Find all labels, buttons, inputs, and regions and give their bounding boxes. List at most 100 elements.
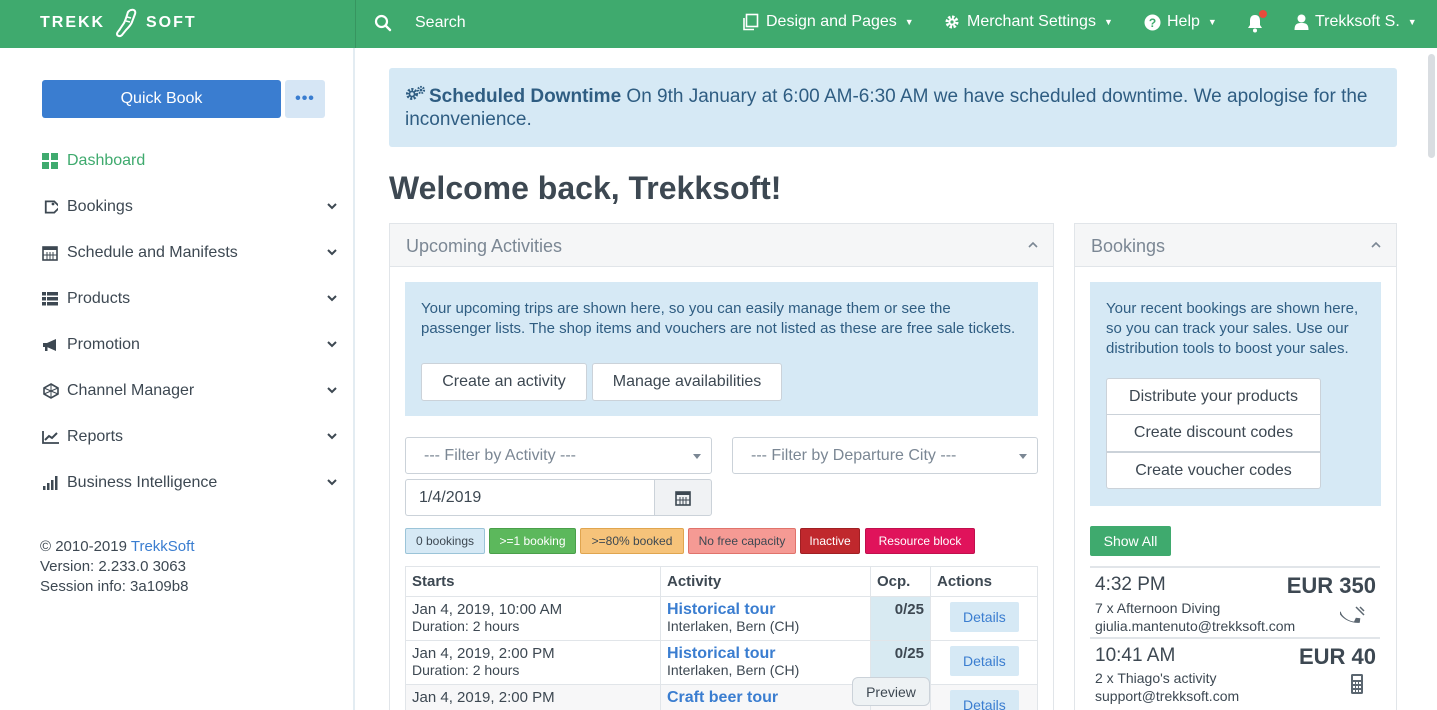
sidebar-item-business-intelligence[interactable]: Business Intelligence (42, 471, 338, 495)
details-button[interactable]: Details (950, 646, 1019, 676)
booking-item[interactable]: 4:32 PM EUR 350 7 x Afternoon Diving giu… (1090, 568, 1380, 636)
notification-dot (1259, 10, 1267, 18)
brand-text-left: TREKK (40, 14, 106, 31)
distribute-products-button[interactable]: Distribute your products (1106, 378, 1321, 415)
filter-city-select[interactable]: --- Filter by Departure City --- (732, 437, 1038, 474)
trekksoft-link[interactable]: TrekkSoft (131, 538, 195, 555)
gears-icon (406, 85, 426, 100)
design-pages-menu[interactable]: Design and Pages ▼ (742, 13, 914, 31)
merchant-settings-label: Merchant Settings (967, 13, 1096, 30)
sidebar-item-dashboard[interactable]: Dashboard (42, 149, 338, 173)
preview-button[interactable]: Preview (852, 677, 930, 706)
chevron-down-icon: ▼ (1207, 17, 1217, 27)
details-button[interactable]: Details (950, 602, 1019, 632)
status-legend-badge: Inactive (800, 528, 860, 554)
design-pages-label: Design and Pages (766, 13, 897, 30)
status-legend-badge: No free capacity (688, 528, 796, 554)
activity-link[interactable]: Craft beer tour (667, 689, 864, 706)
date-picker-button[interactable] (654, 479, 712, 516)
question-icon: ? (1144, 14, 1161, 30)
chevron-down-icon (327, 249, 337, 256)
manage-availabilities-button[interactable]: Manage availabilities (592, 363, 782, 401)
dropdown-caret-icon (693, 454, 701, 459)
booking-email: support@trekksoft.com (1095, 688, 1240, 704)
sidebar-item-schedule[interactable]: Schedule and Manifests (42, 241, 338, 265)
status-legend-badge: >=80% booked (580, 528, 684, 554)
panel-header[interactable]: Upcoming Activities (390, 224, 1053, 267)
create-discount-codes-button[interactable]: Create discount codes (1106, 415, 1321, 452)
activities-table: Starts Activity Ocp. Actions Jan 4, 2019… (405, 566, 1038, 710)
sidebar-item-reports[interactable]: Reports (42, 425, 338, 449)
calendar-icon (42, 245, 62, 261)
sidebar-item-channel-manager[interactable]: Channel Manager (42, 379, 338, 403)
table-header-row: Starts Activity Ocp. Actions (405, 566, 1038, 597)
table-row: Jan 4, 2019, 10:00 AM Duration: 2 hours H… (405, 596, 1038, 641)
search-input[interactable]: Search (415, 14, 466, 32)
banner-title: Scheduled Downtime (429, 86, 622, 107)
quick-book-button[interactable]: Quick Book (42, 80, 281, 118)
filter-activity-value: --- Filter by Activity --- (424, 447, 576, 464)
sidebar-item-label: Products (67, 290, 131, 307)
bookings-info-text: Your recent bookings are shown here, so … (1106, 300, 1359, 357)
date-input[interactable]: 1/4/2019 (405, 479, 655, 516)
bar-chart-icon (42, 475, 62, 491)
megaphone-icon (42, 337, 62, 353)
status-legend-badge: 0 bookings (405, 528, 485, 554)
booking-description: 7 x Afternoon Diving (1095, 600, 1221, 616)
chevron-down-icon (327, 295, 337, 302)
start-time: Jan 4, 2019, 2:00 PM (412, 645, 555, 662)
panel-title: Bookings (1091, 236, 1166, 256)
help-menu[interactable]: ? Help ▼ (1144, 13, 1217, 31)
activity-link[interactable]: Historical tour (667, 645, 864, 662)
sidebar-item-label: Schedule and Manifests (67, 244, 238, 261)
column-header: Actions (930, 566, 1038, 597)
brand-logo[interactable]: TREKK SOFT (0, 0, 355, 48)
create-voucher-codes-button[interactable]: Create voucher codes (1106, 452, 1321, 489)
activity-link[interactable]: Historical tour (667, 601, 864, 618)
line-chart-icon (42, 429, 62, 445)
occupancy: 0/25 (894, 645, 924, 662)
dropdown-caret-icon (1019, 454, 1027, 459)
panel-header[interactable]: Bookings (1075, 224, 1396, 267)
sidebar-item-products[interactable]: Products (42, 287, 338, 311)
filter-activity-select[interactable]: --- Filter by Activity --- (405, 437, 712, 474)
chevron-up-icon[interactable] (1370, 239, 1382, 251)
chevron-down-icon (327, 203, 337, 210)
start-time: Jan 4, 2019, 10:00 AM (412, 601, 563, 618)
show-all-button[interactable]: Show All (1090, 526, 1171, 556)
details-button[interactable]: Details (950, 690, 1019, 710)
status-legend-badge: Resource block (865, 528, 975, 554)
occupancy: 0/25 (894, 601, 924, 618)
booking-item[interactable]: 10:41 AM EUR 40 2 x Thiago's activity su… (1090, 639, 1380, 707)
create-activity-button[interactable]: Create an activity (421, 363, 587, 401)
calculator-icon (1351, 674, 1363, 694)
activity-location: Interlaken, Bern (CH) (667, 618, 800, 634)
status-legend-badge: >=1 booking (489, 528, 576, 554)
scrollbar-thumb[interactable] (1428, 54, 1435, 158)
chevron-down-icon (327, 387, 337, 394)
booking-time: 10:41 AM (1095, 645, 1176, 666)
duration: Duration: 2 hours (412, 618, 520, 634)
calendar-icon (675, 490, 691, 506)
column-header: Activity (660, 566, 871, 597)
chevron-down-icon: ▼ (1407, 17, 1417, 27)
chevron-down-icon: ▼ (1103, 17, 1113, 27)
user-icon (1294, 14, 1309, 30)
sidebar-item-promotion[interactable]: Promotion (42, 333, 338, 357)
dashboard-icon (42, 153, 62, 169)
upcoming-info-text: Your upcoming trips are shown here, so y… (421, 300, 1016, 337)
activity-location: Interlaken, Bern (CH) (667, 662, 800, 678)
user-menu[interactable]: Trekksoft S. ▼ (1294, 13, 1417, 31)
search-icon[interactable] (374, 14, 392, 32)
shoe-logo-icon (115, 8, 137, 38)
sidebar-item-label: Reports (67, 428, 124, 445)
filter-city-value: --- Filter by Departure City --- (751, 447, 957, 464)
more-options-button[interactable]: ••• (285, 80, 325, 118)
sidebar-item-label: Promotion (67, 336, 140, 353)
brand-text-right: SOFT (146, 14, 197, 31)
version-text: Version: 2.233.0 3063 (40, 558, 186, 575)
sidebar-item-bookings[interactable]: Bookings (42, 195, 338, 219)
chevron-up-icon[interactable] (1027, 239, 1039, 251)
merchant-settings-menu[interactable]: Merchant Settings ▼ (943, 13, 1113, 31)
sidebar-item-label: Business Intelligence (67, 474, 218, 491)
